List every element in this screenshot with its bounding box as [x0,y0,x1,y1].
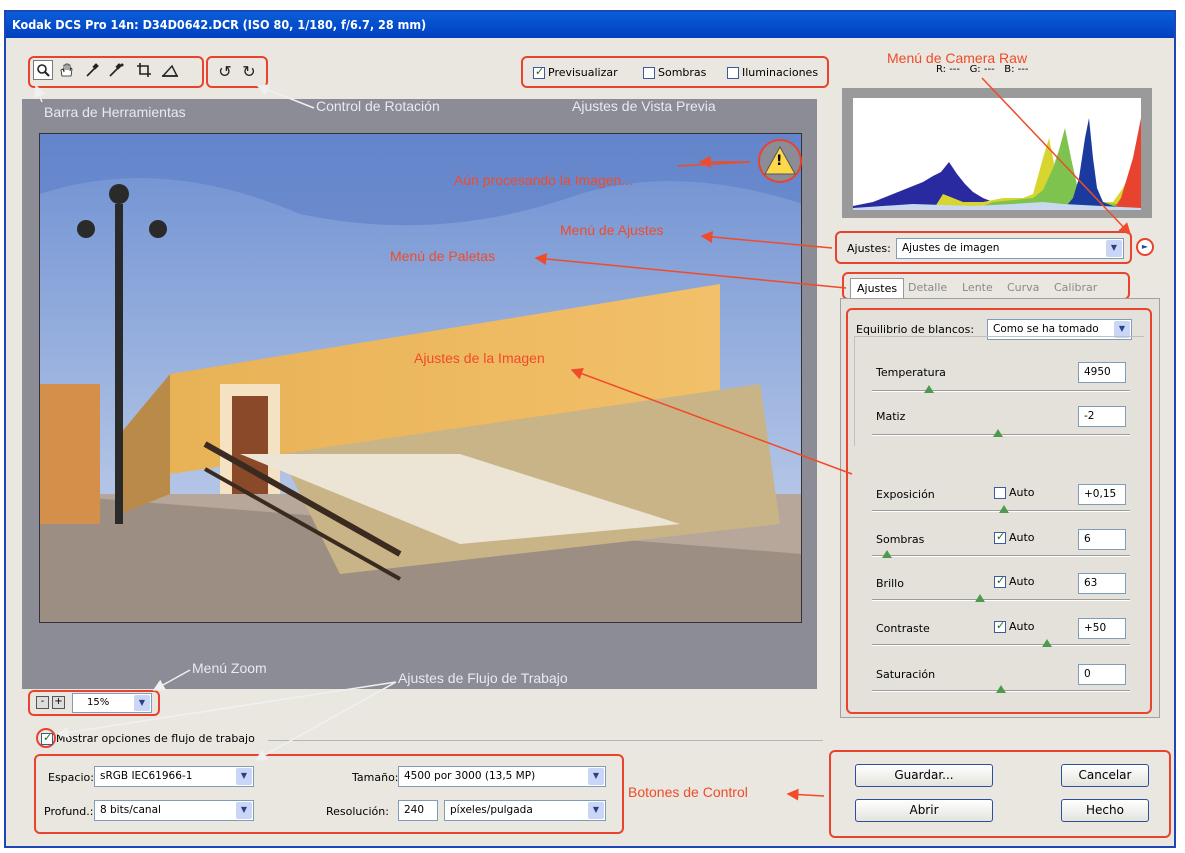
camera-raw-window: Kodak DCS Pro 14n: D34D0642.DCR (ISO 80,… [4,10,1176,848]
annotation-arrows [34,77,1132,801]
